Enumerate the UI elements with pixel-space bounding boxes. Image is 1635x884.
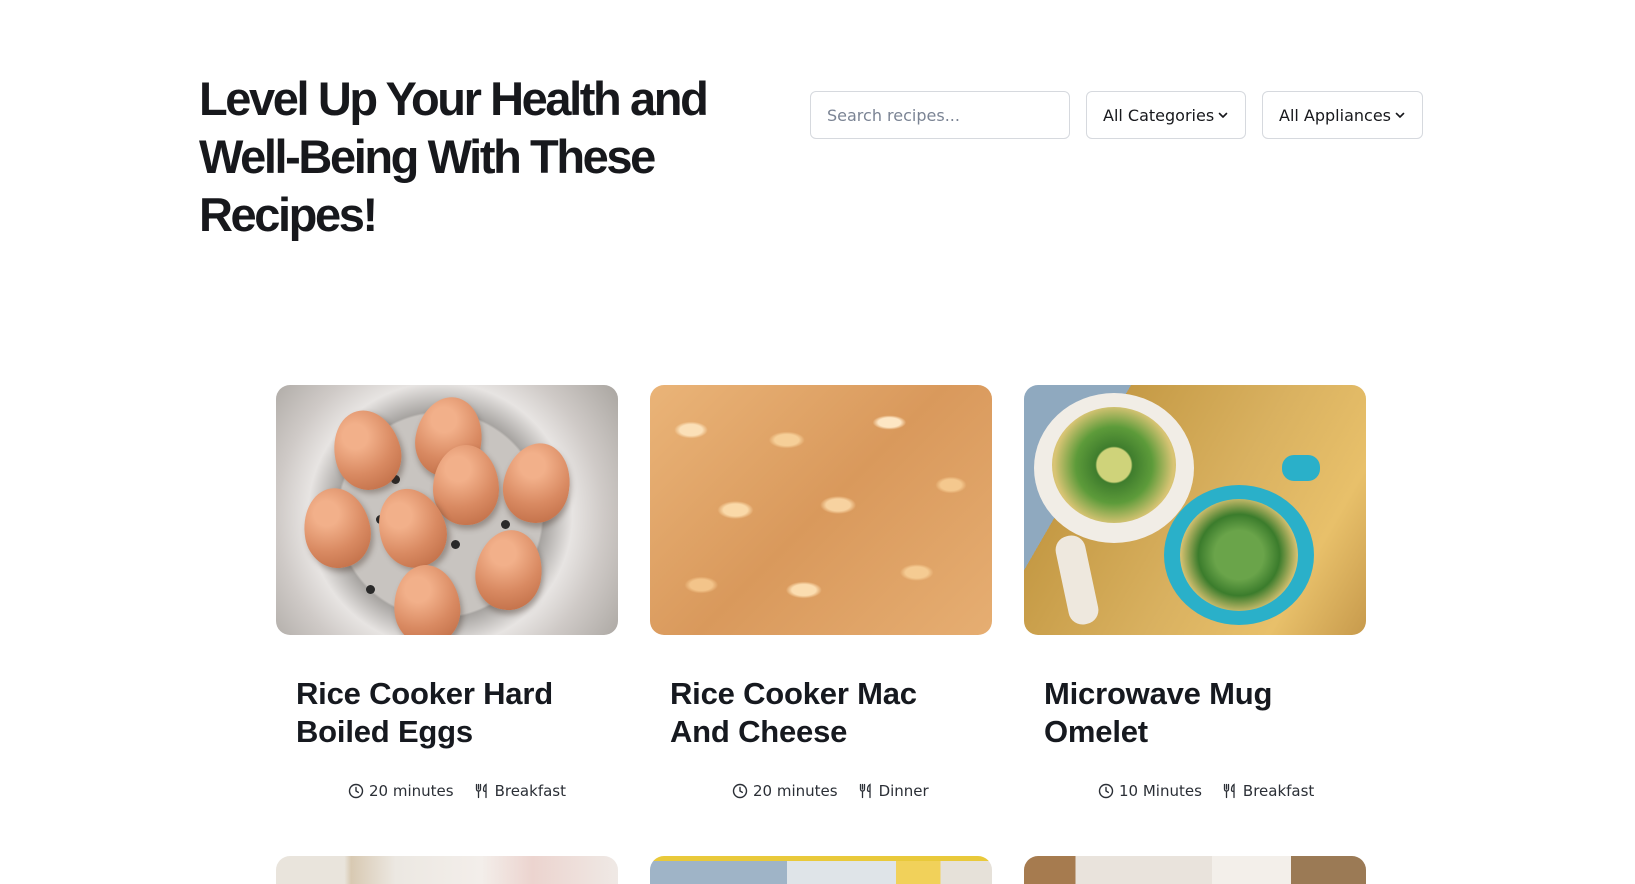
recipe-time: 10 Minutes — [1098, 782, 1202, 800]
recipe-meta: 20 minutes Breakfast — [348, 782, 566, 800]
recipes-page: Level Up Your Health and Well-Being With… — [0, 0, 1635, 884]
recipe-title[interactable]: Microwave Mug Omelet — [1044, 675, 1344, 751]
appliance-select[interactable]: All Appliances — [1262, 91, 1423, 139]
recipe-image[interactable] — [650, 385, 992, 635]
recipe-image[interactable] — [1024, 856, 1366, 884]
recipe-time-label: 10 Minutes — [1119, 782, 1202, 800]
recipe-title[interactable]: Rice Cooker Hard Boiled Eggs — [296, 675, 596, 751]
category-select[interactable]: All Categories — [1086, 91, 1246, 139]
clock-icon — [1098, 783, 1114, 799]
recipe-category: Breakfast — [1222, 782, 1314, 800]
fork-knife-icon — [1223, 783, 1235, 799]
recipe-category-label: Breakfast — [494, 782, 566, 800]
search-input[interactable] — [810, 91, 1070, 139]
recipe-time: 20 minutes — [348, 782, 454, 800]
recipe-category-label: Breakfast — [1242, 782, 1315, 800]
recipe-title[interactable]: Rice Cooker Mac And Cheese — [670, 675, 970, 751]
appliance-select-value: All Appliances — [1279, 105, 1391, 125]
recipe-card[interactable]: Rice Cooker Mac And Cheese 20 minutes Di… — [650, 385, 992, 800]
fork-knife-icon — [859, 783, 871, 799]
chevron-down-icon — [1218, 112, 1228, 118]
recipe-time-label: 20 minutes — [753, 782, 838, 800]
fork-knife-icon — [475, 783, 487, 799]
recipe-image[interactable] — [650, 856, 992, 884]
recipe-category: Breakfast — [474, 782, 566, 800]
clock-icon — [348, 783, 364, 799]
recipe-image[interactable] — [276, 385, 618, 635]
recipe-image[interactable] — [1024, 385, 1366, 635]
category-select-value: All Categories — [1103, 105, 1215, 125]
recipe-meta: 20 minutes Dinner — [732, 782, 929, 800]
recipe-time: 20 minutes — [732, 782, 838, 800]
recipe-category: Dinner — [858, 782, 929, 800]
recipe-card[interactable]: Microwave Mug Omelet 10 Minutes Breakfas… — [1024, 385, 1366, 800]
chevron-down-icon — [1395, 112, 1405, 118]
recipe-meta: 10 Minutes Breakfast — [1098, 782, 1314, 800]
recipe-time-label: 20 minutes — [369, 782, 454, 800]
page-title: Level Up Your Health and Well-Being With… — [199, 72, 709, 241]
recipe-card[interactable]: Rice Cooker Hard Boiled Eggs 20 minutes … — [276, 385, 618, 800]
recipe-category-label: Dinner — [878, 782, 929, 800]
clock-icon — [732, 783, 748, 799]
filter-bar: All Categories All Appliances — [810, 91, 1423, 139]
recipe-image[interactable] — [276, 856, 618, 884]
